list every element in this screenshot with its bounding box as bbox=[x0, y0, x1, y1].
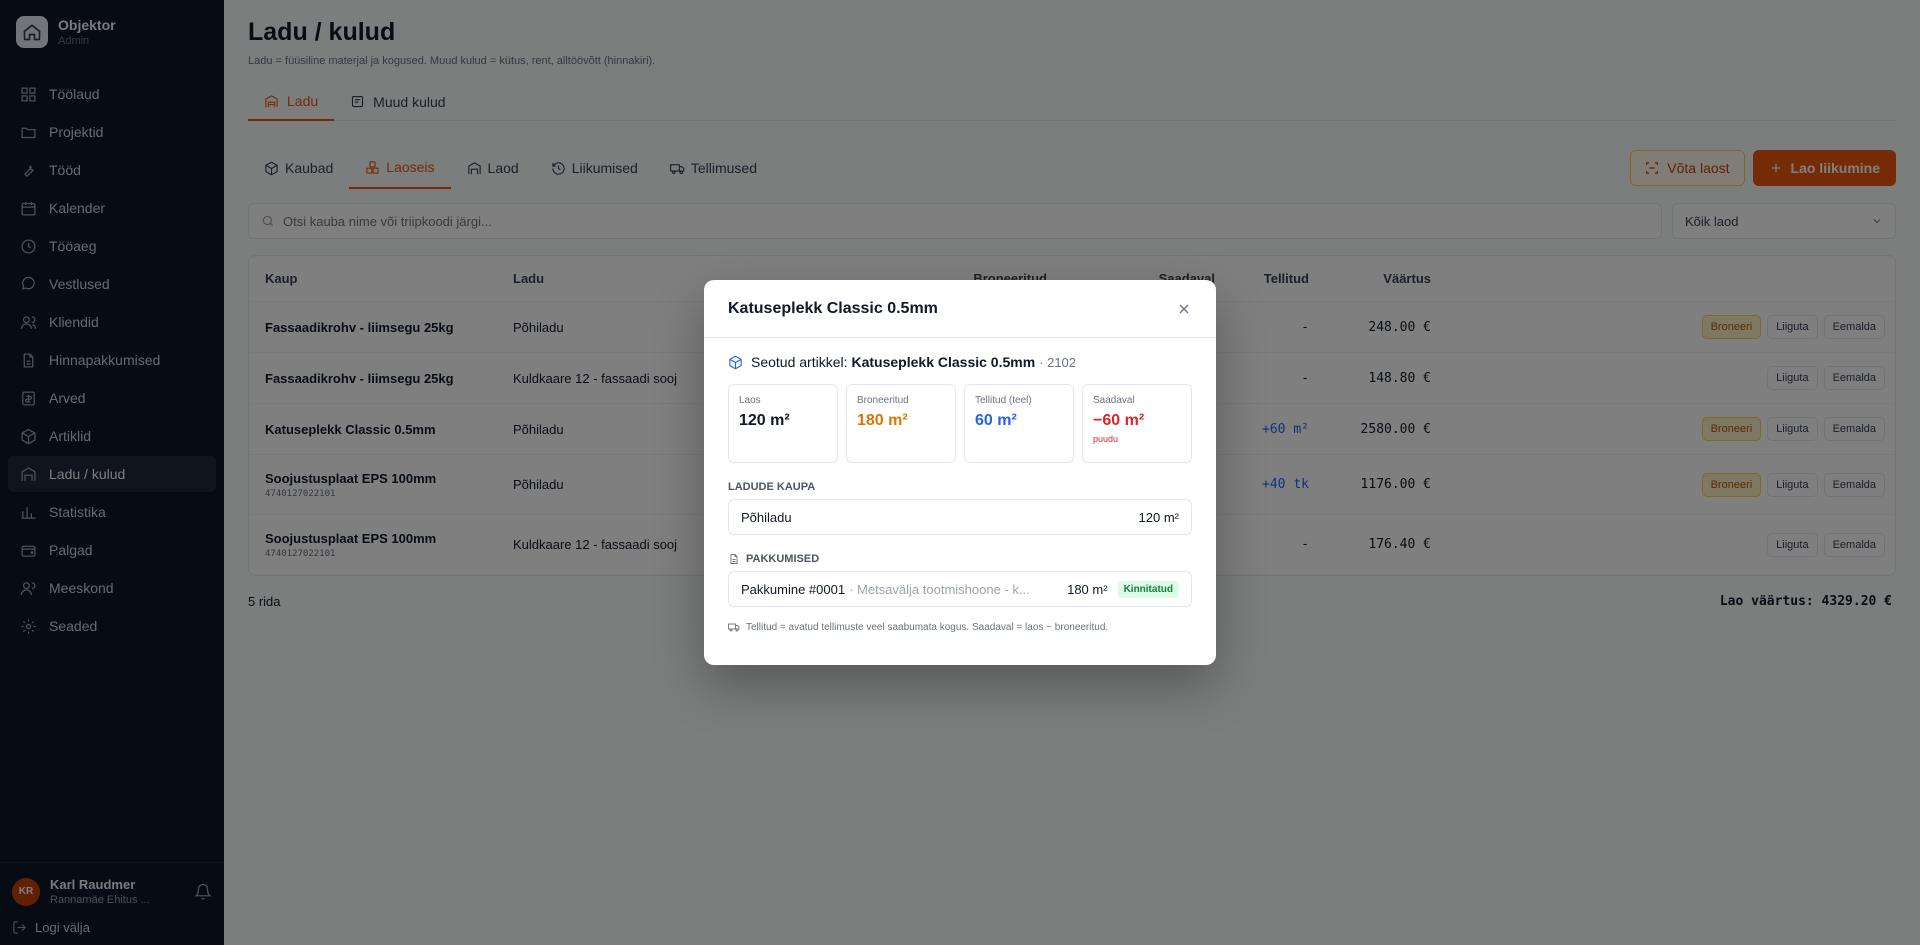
stat-label: Saadaval bbox=[1093, 395, 1135, 406]
stat-note: puudu bbox=[1093, 434, 1119, 444]
dialog-title: Katuseplekk Classic 0.5mm bbox=[728, 299, 938, 317]
linked-label: Seotud artikkel: bbox=[751, 354, 848, 370]
stat-label: Tellitud (teel) bbox=[975, 395, 1032, 406]
dialog-header: Katuseplekk Classic 0.5mm bbox=[704, 280, 1216, 338]
by-warehouse-title-text: LADUDE KAUPA bbox=[728, 481, 816, 493]
stat-label: Laos bbox=[739, 395, 761, 406]
stat-value: 60 m² bbox=[975, 412, 1017, 429]
stat-value: 120 m² bbox=[739, 412, 790, 429]
document-icon bbox=[730, 554, 738, 564]
warehouse-qty: 120 m² bbox=[1138, 509, 1179, 525]
footnote-text: Tellitud = avatud tellimuste veel saabum… bbox=[746, 621, 1109, 633]
linked-article-name[interactable]: Katuseplekk Classic 0.5mm bbox=[852, 354, 1036, 370]
stat-card: Laos 120 m² bbox=[728, 384, 838, 463]
warehouse-row: Põhiladu 120 m² bbox=[728, 499, 1192, 535]
dialog-body: Seotud artikkel: Katuseplekk Classic 0.5… bbox=[704, 338, 1216, 649]
footnote: Tellitud = avatud tellimuste veel saabum… bbox=[728, 621, 1192, 633]
stock-stats: Laos 120 m² Broneeritud 180 m² Tellitud … bbox=[728, 384, 1192, 463]
linked-article-code: · 2102 bbox=[1039, 354, 1077, 370]
cube-icon bbox=[729, 355, 742, 369]
stat-label: Broneeritud bbox=[857, 395, 909, 406]
package-row[interactable]: Pakkumine #0001 · Metsavälja tootmishoon… bbox=[728, 571, 1192, 607]
stat-card: Broneeritud 180 m² bbox=[846, 384, 956, 463]
packages-title-text: PAKKUMISED bbox=[746, 553, 820, 565]
warehouse-name: Põhiladu bbox=[741, 509, 792, 525]
stock-detail-dialog: Katuseplekk Classic 0.5mm Seotud artikke… bbox=[704, 280, 1216, 665]
packages-title: PAKKUMISED bbox=[728, 553, 1192, 565]
status-badge: Kinnitatud bbox=[1117, 580, 1179, 598]
linked-article: Seotud artikkel: Katuseplekk Classic 0.5… bbox=[728, 354, 1192, 370]
stat-card: Saadaval −60 m² puudu bbox=[1082, 384, 1192, 463]
package-desc: · Metsavälja tootmishoone - k... bbox=[849, 581, 1030, 597]
close-icon[interactable] bbox=[1176, 301, 1192, 317]
truck-icon bbox=[728, 623, 740, 632]
stat-value: −60 m² bbox=[1093, 412, 1145, 429]
by-warehouse-title: LADUDE KAUPA bbox=[728, 481, 1192, 493]
package-name: Pakkumine #0001 bbox=[741, 581, 846, 597]
package-qty: 180 m² bbox=[1067, 581, 1108, 597]
stat-card: Tellitud (teel) 60 m² bbox=[964, 384, 1074, 463]
stat-value: 180 m² bbox=[857, 412, 908, 429]
